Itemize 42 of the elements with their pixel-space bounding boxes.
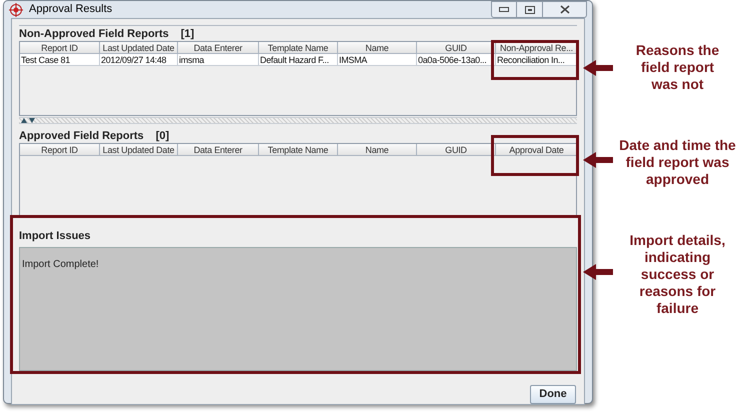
arrow-icon <box>583 60 613 76</box>
minimize-button[interactable] <box>491 1 517 18</box>
arrow-icon <box>583 264 613 280</box>
callout-text: Import details, indicating success or reasons for failure <box>628 232 726 317</box>
table-cell: Reconciliation In... <box>496 54 578 66</box>
column-header[interactable]: Report ID <box>20 144 100 156</box>
import-status-text: Import Complete! <box>22 259 99 270</box>
column-header[interactable]: GUID <box>417 42 496 54</box>
column-header[interactable]: Template Name <box>259 42 338 54</box>
column-header[interactable]: Name <box>338 144 417 156</box>
callout-text: Date and time the field report was approved <box>618 137 736 188</box>
maximize-icon <box>524 6 534 14</box>
column-header[interactable]: Report ID <box>20 42 100 54</box>
column-header[interactable]: GUID <box>417 144 496 156</box>
window-title: Approval Results <box>29 2 112 18</box>
app-icon <box>9 2 23 16</box>
table-cell: Test Case 81 <box>20 54 100 66</box>
minimize-icon <box>499 6 509 12</box>
column-header[interactable]: Approval Date <box>496 144 578 156</box>
close-icon <box>560 5 570 14</box>
column-header[interactable]: Last Updated Date <box>100 144 178 156</box>
record-count: [0] <box>156 129 170 143</box>
arrow-icon <box>583 152 613 168</box>
column-header[interactable]: Template Name <box>259 144 338 156</box>
table-cell: Default Hazard F... <box>259 54 338 66</box>
maximize-button[interactable] <box>517 1 543 18</box>
column-header[interactable]: Data Enterer <box>178 42 259 54</box>
expand-arrows-icon <box>21 118 35 123</box>
section-title: Non-Approved Field Reports <box>19 27 169 41</box>
done-button[interactable]: Done <box>530 385 576 404</box>
table-cell: IMSMA <box>338 54 417 66</box>
table-cell: imsma <box>178 54 259 66</box>
callout-text: Reasons the field report was not <box>634 42 720 93</box>
table-cell: 2012/09/27 14:48 <box>100 54 178 66</box>
close-button[interactable] <box>543 1 587 18</box>
table-cell: 0a0a-506e-13a0... <box>417 54 496 66</box>
column-header[interactable]: Name <box>338 42 417 54</box>
record-count: [1] <box>180 27 194 41</box>
column-header[interactable]: Data Enterer <box>178 144 259 156</box>
section-title: Approved Field Reports <box>19 129 144 143</box>
section-title: Import Issues <box>19 229 92 243</box>
column-header[interactable]: Last Updated Date <box>100 42 178 54</box>
